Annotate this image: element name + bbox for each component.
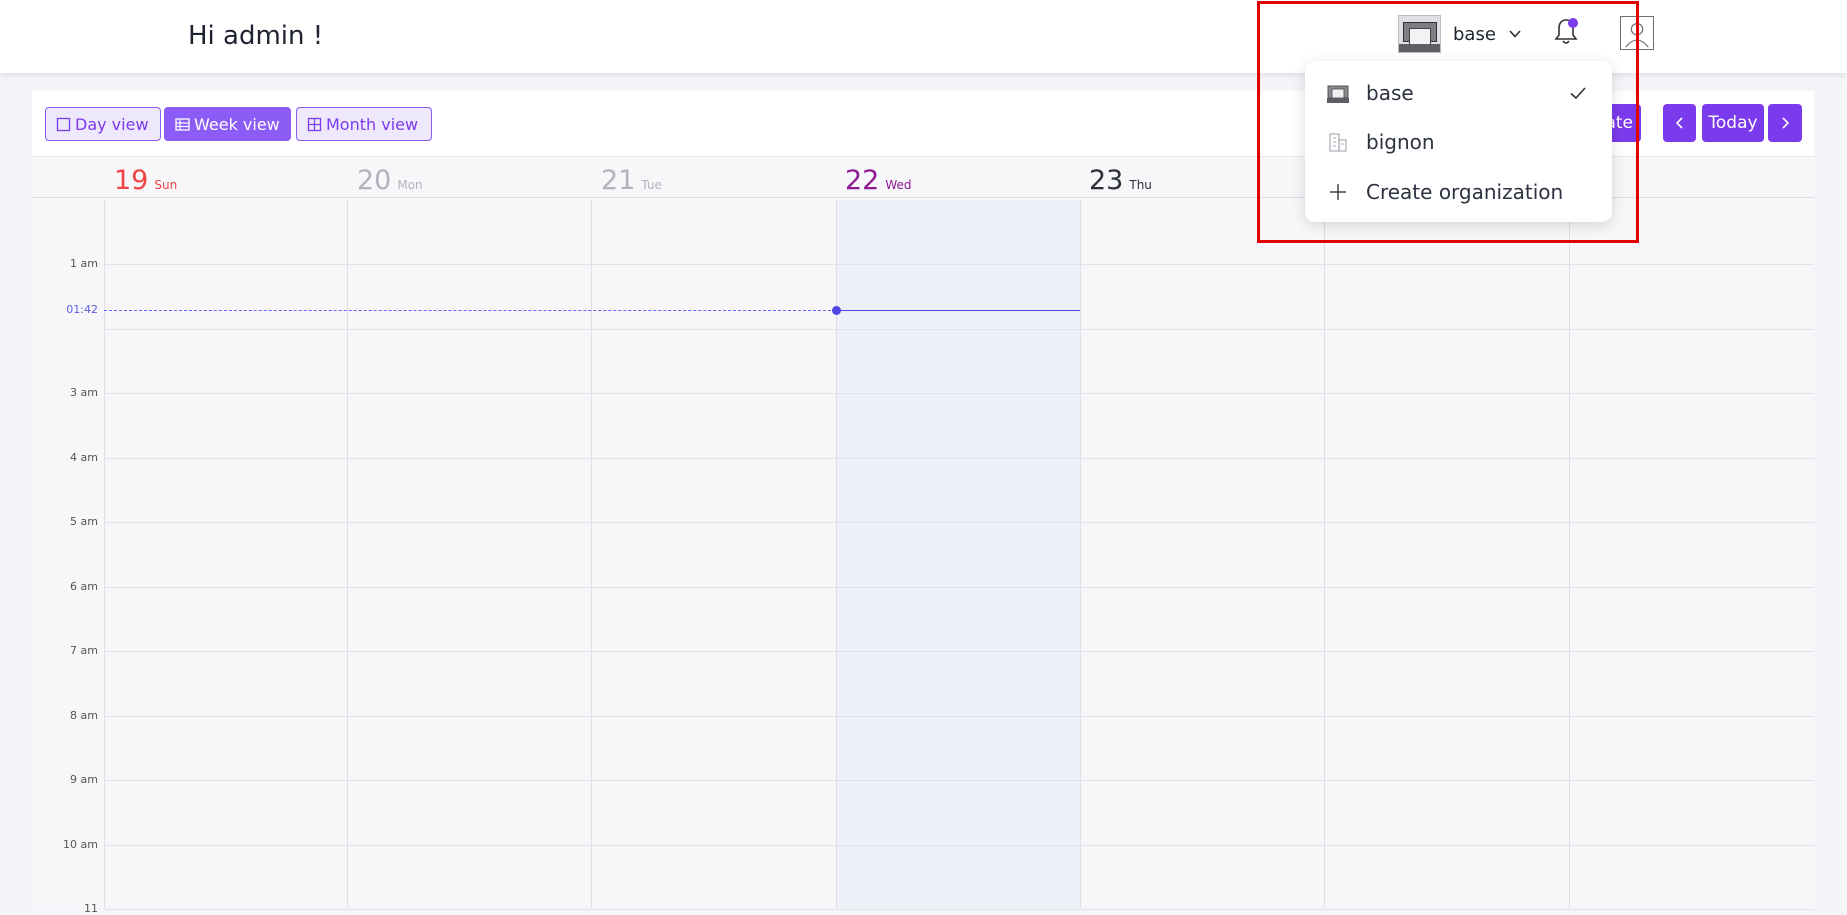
table-icon <box>175 117 190 131</box>
create-organization-option[interactable]: Create organization <box>1305 168 1612 216</box>
organization-dropdown-menu: base bignon Create organization <box>1305 61 1612 222</box>
hour-gridline <box>104 458 1814 459</box>
day-header-cell[interactable]: 23 Thu <box>1089 157 1152 199</box>
hour-label: 6 am <box>70 580 98 593</box>
notification-badge <box>1568 18 1578 28</box>
hour-gridline <box>104 264 1814 265</box>
day-header-cell[interactable]: 21 Tue <box>601 157 662 199</box>
hour-gridline <box>104 651 1814 652</box>
next-week-button[interactable] <box>1768 104 1802 142</box>
day-weekday-label: Wed <box>885 178 912 192</box>
day-number: 23 <box>1089 165 1124 196</box>
hour-label: 4 am <box>70 451 98 464</box>
org-thumbnail-icon <box>1327 85 1349 103</box>
month-view-button[interactable]: Month view <box>296 107 432 141</box>
hour-label: 3 am <box>70 386 98 399</box>
day-column-divider <box>1324 200 1325 908</box>
day-column-divider <box>347 200 348 908</box>
current-time-line <box>104 310 836 311</box>
org-option-bignon[interactable]: bignon <box>1305 118 1612 166</box>
hour-gridline <box>104 780 1814 781</box>
month-view-label: Month view <box>326 114 419 134</box>
hour-label: 8 am <box>70 709 98 722</box>
chevron-left-icon <box>1675 117 1683 129</box>
hour-gridline <box>104 393 1814 394</box>
day-view-button[interactable]: Day view <box>45 107 161 141</box>
current-time-label: 01:42 <box>66 303 98 316</box>
today-column-highlight <box>836 200 1080 908</box>
day-header-cell[interactable]: 20 Mon <box>357 157 423 199</box>
checkmark-icon <box>1570 87 1586 100</box>
day-weekday-label: Tue <box>641 178 662 192</box>
hour-label: 11 <box>84 902 98 915</box>
hour-label: 9 am <box>70 773 98 786</box>
day-column-divider <box>591 200 592 908</box>
square-icon <box>56 117 71 131</box>
plus-icon <box>1330 184 1346 200</box>
hour-label: 5 am <box>70 515 98 528</box>
current-time-line-today <box>836 310 1080 311</box>
org-option-label: base <box>1366 81 1414 105</box>
day-number: 21 <box>601 165 636 196</box>
organization-switcher[interactable]: base <box>1398 15 1522 53</box>
current-time-dot <box>832 306 841 315</box>
day-column-divider <box>104 200 105 908</box>
chevron-right-icon <box>1782 117 1790 129</box>
grid-icon <box>307 117 322 131</box>
day-number: 20 <box>357 165 392 196</box>
org-option-label: bignon <box>1366 130 1435 154</box>
hour-gridline <box>104 587 1814 588</box>
day-weekday-label: Sun <box>154 178 178 192</box>
today-button-label: Today <box>1708 113 1758 133</box>
create-organization-label: Create organization <box>1366 180 1564 204</box>
today-button[interactable]: Today <box>1702 104 1764 142</box>
hour-gridline <box>104 329 1814 330</box>
day-header-cell[interactable]: 19 Sun <box>114 157 177 199</box>
day-column-divider <box>1569 200 1570 908</box>
building-icon <box>1329 133 1347 152</box>
hour-gridline <box>104 716 1814 717</box>
day-weekday-label: Thu <box>1129 178 1152 192</box>
hour-label: 1 am <box>70 257 98 270</box>
hour-label: 7 am <box>70 644 98 657</box>
day-header-cell[interactable]: 22 Wed <box>845 157 912 199</box>
day-number: 19 <box>114 165 149 196</box>
chevron-down-icon <box>1509 30 1521 38</box>
week-view-label: Week view <box>194 114 280 134</box>
org-option-base[interactable]: base <box>1305 69 1612 117</box>
day-weekday-label: Mon <box>397 178 423 192</box>
hour-gridline <box>104 522 1814 523</box>
week-view-button[interactable]: Week view <box>164 107 291 141</box>
user-avatar-icon[interactable] <box>1620 16 1654 50</box>
greeting-title: Hi admin ! <box>188 21 324 51</box>
hour-gridline <box>104 909 1814 910</box>
previous-week-button[interactable] <box>1663 104 1696 142</box>
org-switcher-label: base <box>1453 23 1496 45</box>
week-time-grid[interactable]: 1 am 3 am 4 am 5 am 6 am 7 am 8 am 9 am 10 am 11 0… <box>32 200 1814 915</box>
org-thumbnail-icon <box>1398 15 1441 53</box>
hour-label: 10 am <box>63 838 98 851</box>
day-column-divider <box>1080 200 1081 908</box>
day-number: 22 <box>845 165 880 196</box>
hour-gridline <box>104 845 1814 846</box>
day-view-label: Day view <box>75 114 149 134</box>
